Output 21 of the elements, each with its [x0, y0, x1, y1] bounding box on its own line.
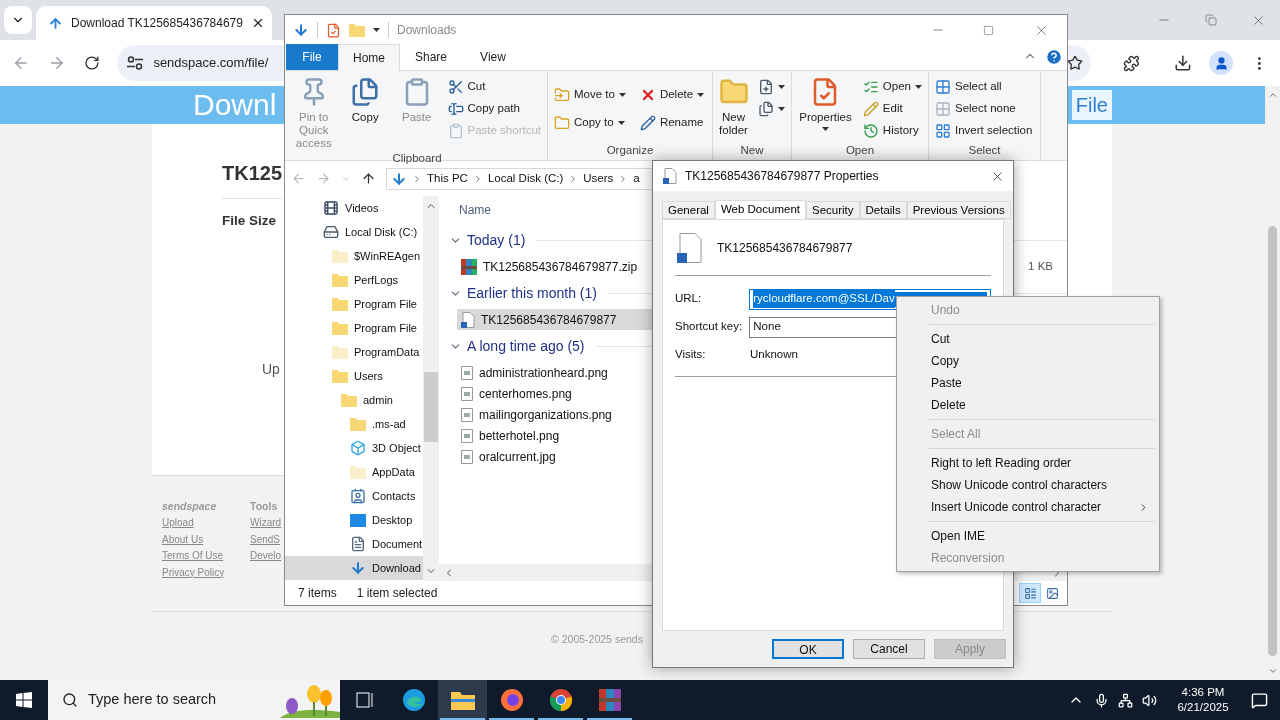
group-label: New: [740, 143, 764, 158]
group-label: Clipboard: [392, 151, 442, 166]
file-size: 1 KB: [1028, 258, 1053, 274]
file-size-label: File Size: [222, 212, 277, 230]
status-text: 7 items: [298, 585, 337, 602]
footer-heading: Tools: [250, 499, 278, 514]
copyright: © 2005-2025 sends: [551, 632, 643, 647]
group-label: Organize: [606, 143, 654, 158]
footer-heading: sendspace: [162, 499, 217, 514]
field-value: Unknown: [750, 347, 798, 363]
field-label: URL:: [675, 291, 703, 307]
window-title: Downloads: [397, 22, 457, 39]
field-label: Shortcut key:: [675, 319, 744, 335]
field-label: Visits:: [675, 347, 707, 363]
group-label: Select: [968, 143, 1001, 158]
file-title: TK125: [222, 161, 283, 186]
group-label: Open: [845, 143, 875, 158]
status-text: 1 item selected: [356, 585, 438, 602]
banner-title: Downl: [193, 90, 277, 120]
file-name: TK125685436784679877: [717, 239, 853, 257]
upgrade-text: Up: [262, 360, 280, 380]
